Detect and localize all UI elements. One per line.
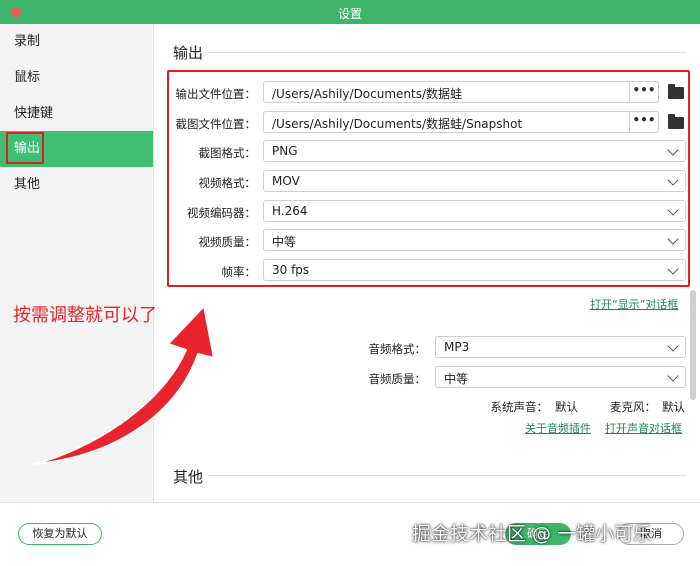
video-format-label: 视频格式： (198, 176, 257, 190)
chevron-down-icon (667, 263, 679, 275)
output-location-label: 输出文件位置： (175, 87, 257, 101)
divider (208, 52, 686, 53)
audio-format-label: 音频格式： (368, 342, 427, 356)
video-encoder-select[interactable]: H.264 (263, 200, 686, 222)
video-encoder-value: H.264 (272, 204, 308, 218)
chevron-down-icon (667, 144, 679, 156)
reset-defaults-button[interactable]: 恢复为默认 (18, 523, 102, 545)
frame-rate-value: 30 fps (272, 263, 310, 277)
audio-quality-label: 音频质量： (368, 372, 427, 386)
folder-icon[interactable] (668, 84, 684, 99)
chevron-down-icon (667, 204, 679, 216)
output-location-value: /Users/Ashily/Documents/数据蛙 (272, 87, 463, 101)
audio-format-select[interactable]: MP3 (435, 336, 686, 358)
audio-format-value: MP3 (444, 340, 470, 354)
chevron-down-icon (667, 370, 679, 382)
chevron-down-icon (667, 233, 679, 245)
video-quality-select[interactable]: 中等 (263, 229, 686, 251)
open-sound-dialog-link[interactable]: 打开声音对话框 (605, 420, 682, 436)
output-location-field[interactable]: /Users/Ashily/Documents/数据蛙 ••• (263, 81, 659, 103)
scrollbar[interactable] (690, 290, 696, 400)
video-format-select[interactable]: MOV (263, 170, 686, 192)
snapshot-location-label: 截图文件位置： (175, 117, 257, 131)
video-format-value: MOV (272, 174, 300, 188)
folder-icon[interactable] (668, 114, 684, 129)
microphone-label: 麦克风： (610, 400, 656, 414)
output-heading: 输出 (173, 44, 204, 62)
screenshot-format-select[interactable]: PNG (263, 140, 686, 162)
audio-quality-select[interactable]: 中等 (435, 366, 686, 388)
snapshot-location-value: /Users/Ashily/Documents/数据蛙/Snapshot (272, 117, 523, 131)
video-quality-label: 视频质量： (198, 235, 257, 249)
other-heading: 其他 (173, 468, 204, 486)
microphone-value: 默认 (662, 400, 685, 414)
snapshot-location-browse-button[interactable]: ••• (629, 112, 658, 132)
audio-quality-value: 中等 (444, 372, 469, 386)
frame-rate-select[interactable]: 30 fps (263, 259, 686, 281)
output-location-browse-button[interactable]: ••• (629, 82, 658, 102)
frame-rate-label: 帧率： (221, 265, 257, 279)
divider (208, 475, 686, 476)
video-quality-value: 中等 (272, 235, 297, 249)
video-encoder-label: 视频编码器： (187, 206, 256, 220)
screenshot-format-value: PNG (272, 144, 298, 158)
chevron-down-icon (667, 174, 679, 186)
audio-plugin-link[interactable]: 关于音频插件 (525, 420, 591, 436)
snapshot-location-field[interactable]: /Users/Ashily/Documents/数据蛙/Snapshot ••• (263, 111, 659, 133)
window-title: 设置 (337, 7, 362, 21)
sidebar-item-record[interactable]: 录制 (0, 24, 153, 60)
watermark: 掘金技术社区 @ 一罐小可乐 (412, 523, 653, 545)
open-display-dialog-link[interactable]: 打开“显示”对话框 (590, 296, 678, 312)
title-bar: 设置 (0, 0, 700, 24)
chevron-down-icon (667, 340, 679, 352)
screenshot-format-label: 截图格式： (198, 146, 257, 160)
